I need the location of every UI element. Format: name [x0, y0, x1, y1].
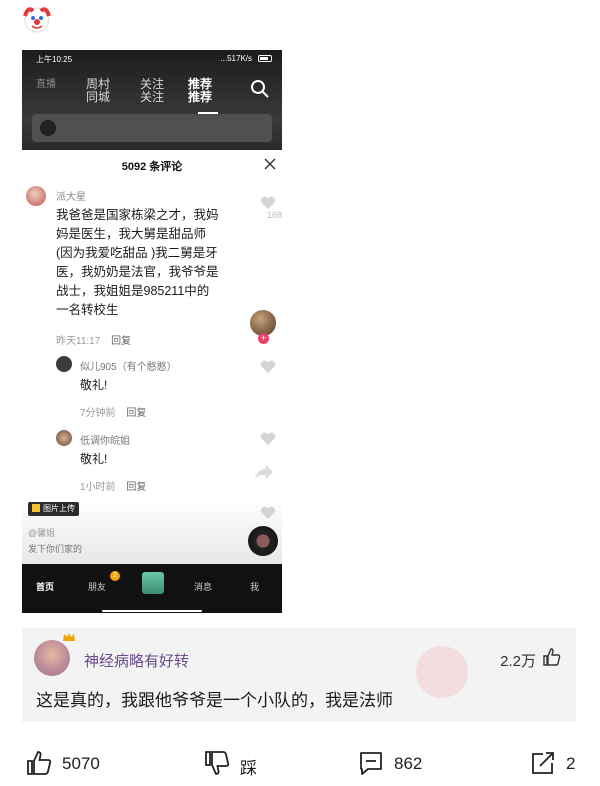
reply-time: 1小时前: [80, 482, 116, 493]
comment-sheet-header: 5092 条评论: [22, 150, 282, 178]
thumb-up-icon[interactable]: [542, 647, 562, 667]
upload-chip-label: 图片上传: [43, 504, 75, 513]
heart-icon[interactable]: [260, 360, 276, 374]
tab-recommend-ghost: 推荐: [188, 90, 213, 104]
user-avatar[interactable]: [34, 640, 70, 676]
reply-avatar[interactable]: [56, 356, 72, 372]
like-count: 168: [266, 210, 282, 220]
comment-line: 战士，我姐姐是985211中的: [56, 284, 210, 298]
comment-meta: 昨天11:17 回复: [56, 332, 131, 347]
comment-icon: [360, 752, 382, 775]
comment-button[interactable]: 862: [358, 750, 448, 776]
clown-avatar-icon[interactable]: [22, 4, 52, 34]
tab-recommend[interactable]: 推荐 推荐: [188, 78, 212, 104]
comment-time: 昨天11:17: [56, 336, 101, 347]
crown-icon: [63, 633, 75, 641]
reply-user[interactable]: 低调你皖姐: [80, 432, 130, 447]
bottom-tab-bar: 首页 朋友 2 消息 我: [22, 564, 282, 613]
tab-zhoucun[interactable]: 周村 同城: [86, 78, 110, 104]
comment-line: 妈是医生，我大舅是甜品师: [56, 227, 207, 241]
card-comment-text: 这是真的，我跟他爷爷是一个小队的，我是法师: [36, 691, 393, 710]
reply-avatar[interactable]: [56, 430, 72, 446]
comment-line: 医，我奶奶是法官，我爷爷是: [56, 265, 219, 279]
reply-meta: 7分钟前 回复: [80, 404, 146, 419]
comment-sheet: 5092 条评论 派大星 我爸爸是国家栋梁之才，我妈 妈是医生，我大舅是甜品师 …: [22, 150, 282, 564]
comment-text: 我爸爸是国家栋梁之才，我妈 妈是医生，我大舅是甜品师 (因为我爱吃甜品 )我二舅…: [56, 206, 219, 320]
tab-local-ghost: 直播: [36, 79, 56, 90]
video-header: 上午10:25 ...517K/s 直播 周村 同城 关注 关注 推荐 推荐: [22, 50, 282, 150]
thumb-up-icon: [27, 751, 52, 775]
reply-text: 敬礼!: [80, 378, 108, 392]
comment-count-label: 862: [394, 754, 423, 773]
thumb-down-icon: [205, 751, 230, 775]
battery-icon: [258, 55, 272, 62]
heart-icon[interactable]: [260, 506, 276, 520]
share-count-label: 2: [566, 754, 576, 773]
home-indicator: [102, 610, 202, 612]
tab-follow-ghost: 关注: [140, 90, 165, 104]
follow-plus-icon[interactable]: +: [258, 333, 269, 344]
dislike-label: 踩: [240, 759, 257, 778]
status-bar: 上午10:25 ...517K/s: [22, 50, 282, 68]
comment-line: 一名转校生: [56, 303, 119, 317]
friends-badge: 2: [110, 571, 120, 581]
action-bar: 5070 踩 862 2: [0, 740, 600, 786]
share-button[interactable]: 2: [530, 750, 590, 776]
create-post-icon[interactable]: [142, 572, 164, 594]
reply-card[interactable]: 神经病略有好转 2.2万 这是真的，我跟他爷爷是一个小队的，我是法师: [22, 628, 576, 722]
tab-messages[interactable]: 消息: [194, 580, 212, 593]
share-icon: [532, 752, 554, 774]
faded-user: @馨姐: [28, 528, 56, 538]
tab-friends[interactable]: 朋友: [88, 580, 106, 593]
tab-city-label: 同城: [86, 90, 111, 104]
commenter-avatar[interactable]: [26, 186, 46, 206]
reply-button[interactable]: 回复: [126, 482, 146, 493]
status-time: 上午10:25: [36, 55, 73, 64]
like-button[interactable]: 5070: [26, 750, 126, 776]
reply-button[interactable]: 回复: [126, 408, 146, 419]
card-username[interactable]: 神经病略有好转: [84, 650, 189, 671]
top-nav: 直播 周村 同城 关注 关注 推荐 推荐: [22, 72, 282, 114]
tab-follow[interactable]: 关注 关注: [140, 78, 164, 104]
comment-count-title: 5092 条评论: [121, 161, 183, 173]
tab-home[interactable]: 首页: [36, 580, 54, 593]
reply-time: 7分钟前: [80, 408, 116, 419]
network-speed: ...517K/s: [220, 54, 252, 63]
heart-icon[interactable]: [260, 196, 276, 210]
tab-me[interactable]: 我: [250, 580, 259, 593]
card-like-count: 2.2万: [500, 653, 536, 670]
search-icon[interactable]: [250, 79, 270, 99]
close-icon[interactable]: [262, 156, 278, 172]
background-video-card: [32, 114, 272, 142]
reply-button[interactable]: 回复: [111, 336, 131, 347]
tab-local[interactable]: 直播: [36, 78, 56, 91]
reply-user[interactable]: 似儿905（有个憨憨）: [80, 358, 177, 373]
reply-text: 敬礼!: [80, 452, 108, 466]
watermark-stamp: [416, 646, 468, 698]
faded-caption: 发下你们家的: [28, 544, 83, 554]
upload-icon: [32, 504, 40, 512]
commenter-name[interactable]: 派大星: [56, 188, 86, 203]
dislike-button[interactable]: 踩: [204, 750, 284, 778]
comment-line: 我爸爸是国家栋梁之才，我妈: [56, 208, 219, 222]
like-count-label: 5070: [62, 754, 100, 773]
comment-line: (因为我爱吃甜品 )我二舅是牙: [56, 246, 218, 260]
phone-screenshot[interactable]: 上午10:25 ...517K/s 直播 周村 同城 关注 关注 推荐 推荐 5…: [22, 50, 282, 613]
share-arrow-icon[interactable]: [254, 464, 274, 480]
reply-meta: 1小时前 回复: [80, 478, 146, 493]
music-disc-icon[interactable]: [248, 526, 278, 556]
tab-follow-label: 关注: [140, 77, 165, 91]
tab-recommend-label: 推荐: [188, 77, 213, 91]
heart-icon[interactable]: [260, 432, 276, 446]
upload-chip[interactable]: 图片上传: [28, 502, 79, 516]
tab-zhoucun-label: 周村: [86, 77, 111, 91]
